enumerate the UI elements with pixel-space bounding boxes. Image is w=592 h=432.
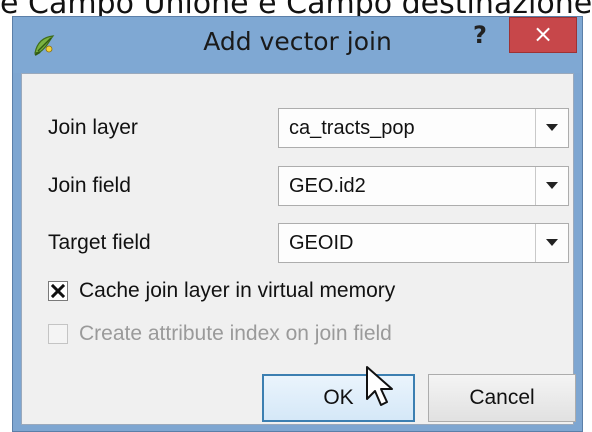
dialog-title: Add vector join [203, 27, 392, 56]
target-field-value: GEOID [289, 232, 354, 254]
combo-divider [535, 224, 536, 262]
target-field-combo[interactable]: GEOID [278, 223, 569, 263]
join-layer-value: ca_tracts_pop [289, 117, 415, 139]
create-index-label: Create attribute index on join field [79, 322, 392, 345]
x-check-icon [51, 284, 65, 298]
target-field-label: Target field [48, 231, 151, 254]
chevron-down-icon[interactable] [546, 239, 558, 246]
combo-divider [535, 109, 536, 147]
join-layer-label: Join layer [48, 116, 138, 139]
create-index-checkbox [48, 324, 68, 344]
chevron-down-icon[interactable] [546, 182, 558, 189]
cancel-button[interactable]: Cancel [428, 374, 576, 422]
close-button[interactable]: × [509, 17, 577, 53]
add-vector-join-dialog: Add vector join ? × Join layer ca_tracts… [12, 16, 583, 432]
cache-join-label: Cache join layer in virtual memory [79, 279, 396, 302]
join-field-combo[interactable]: GEO.id2 [278, 166, 569, 206]
join-layer-combo[interactable]: ca_tracts_pop [278, 108, 569, 148]
mouse-pointer-icon [366, 366, 393, 406]
help-button[interactable]: ? [465, 21, 495, 53]
cache-join-checkbox[interactable] [48, 281, 68, 301]
dialog-body: Join layer ca_tracts_pop Join field GEO.… [21, 73, 576, 425]
join-field-value: GEO.id2 [289, 175, 366, 197]
join-field-label: Join field [48, 174, 131, 197]
title-bar[interactable]: Add vector join ? × [13, 17, 582, 73]
chevron-down-icon[interactable] [546, 124, 558, 131]
combo-divider [535, 167, 536, 205]
